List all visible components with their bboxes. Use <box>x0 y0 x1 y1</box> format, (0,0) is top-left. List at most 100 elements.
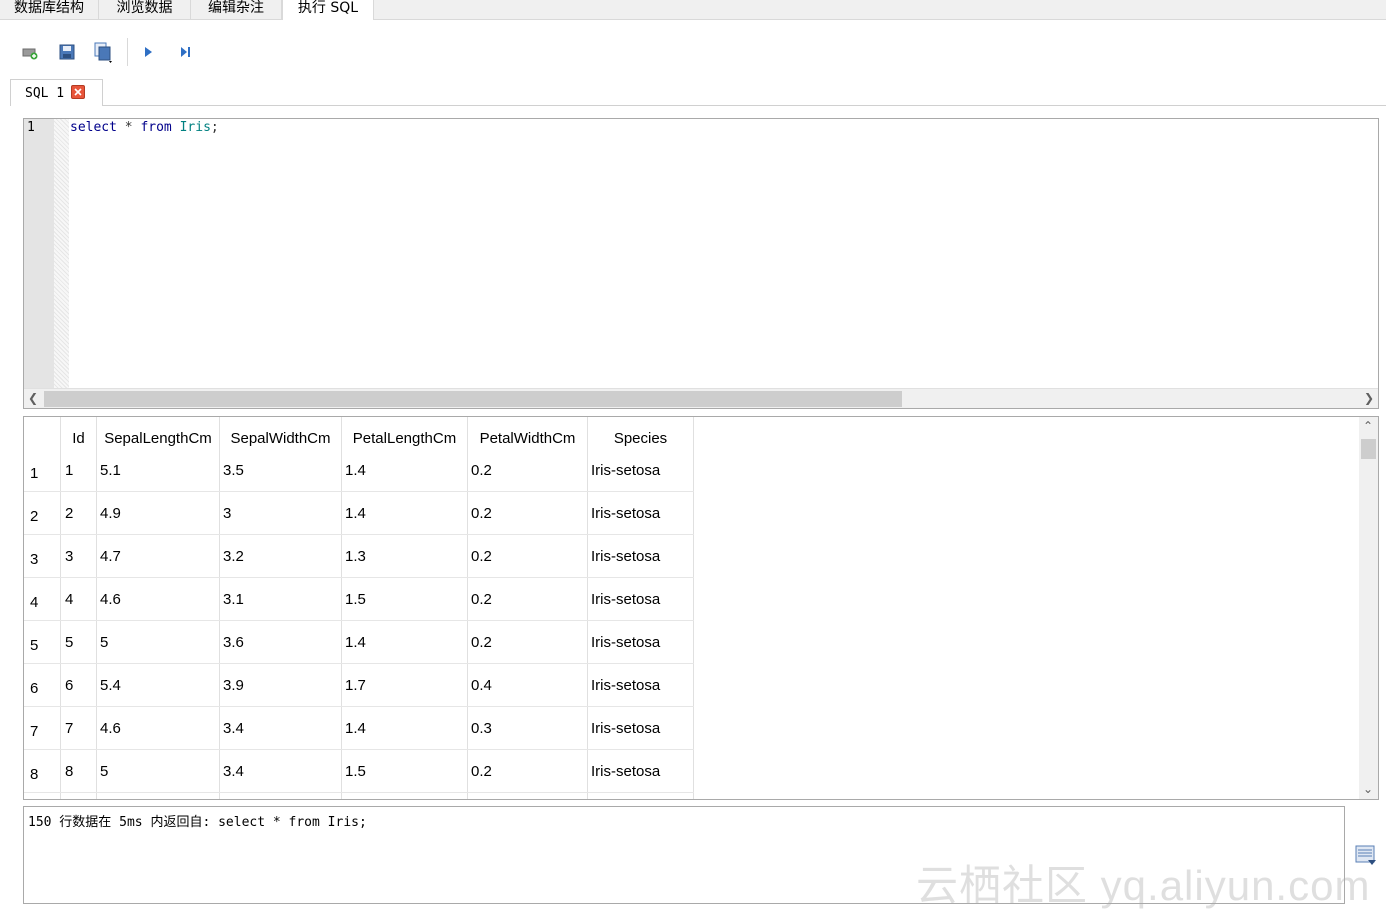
table-cell[interactable]: 4.4 <box>96 792 220 799</box>
table-cell[interactable]: 1.4 <box>341 706 468 750</box>
editor-horizontal-scrollbar[interactable]: ❮ ❯ <box>24 388 1378 408</box>
table-cell[interactable]: Iris-setosa <box>587 706 694 750</box>
table-cell[interactable]: Iris-setosa <box>587 449 694 492</box>
table-cell[interactable]: 3.5 <box>219 449 342 492</box>
row-number[interactable]: 7 <box>24 706 61 750</box>
row-number[interactable]: 1 <box>24 449 61 492</box>
scroll-right-icon[interactable]: ❯ <box>1360 389 1378 408</box>
row-number[interactable]: 9 <box>24 792 61 799</box>
table-cell[interactable]: 5 <box>60 620 97 664</box>
code-line[interactable]: select * from Iris; <box>70 120 219 135</box>
tab-browse-data[interactable]: 浏览数据 <box>99 0 191 19</box>
column-header-petal-width[interactable]: PetalWidthCm <box>467 417 588 449</box>
table-cell[interactable]: 3.6 <box>219 620 342 664</box>
table-cell[interactable]: 1 <box>60 449 97 492</box>
table-cell[interactable]: 3.4 <box>219 706 342 750</box>
table-row[interactable]: 1 1 5.1 3.5 1.4 0.2 Iris-setosa <box>24 449 694 492</box>
table-cell[interactable]: 5 <box>96 749 220 793</box>
open-sql-button[interactable] <box>55 40 79 64</box>
table-cell[interactable]: 1.4 <box>341 449 468 492</box>
table-cell[interactable]: 0.2 <box>467 620 588 664</box>
table-cell[interactable]: Iris-setosa <box>587 577 694 621</box>
save-sql-button[interactable] <box>92 40 116 64</box>
table-cell[interactable]: Iris-setosa <box>587 620 694 664</box>
results-grid[interactable]: Id SepalLengthCm SepalWidthCm PetalLengt… <box>23 416 1379 800</box>
scroll-left-icon[interactable]: ❮ <box>24 389 42 408</box>
tab-execute-sql[interactable]: 执行 SQL <box>282 0 374 20</box>
row-number[interactable]: 2 <box>24 491 61 535</box>
table-cell[interactable]: 2.9 <box>219 792 342 799</box>
table-cell[interactable]: 0.2 <box>467 449 588 492</box>
table-cell[interactable]: 4 <box>60 577 97 621</box>
table-row[interactable]: 5 5 5 3.6 1.4 0.2 Iris-setosa <box>24 620 694 664</box>
table-row[interactable]: 994.42.91.40.2Iris-setosa <box>24 792 694 799</box>
column-header-sepal-length[interactable]: SepalLengthCm <box>96 417 220 449</box>
scroll-down-icon[interactable]: ⌄ <box>1359 780 1377 799</box>
table-cell[interactable]: 7 <box>60 706 97 750</box>
execute-line-button[interactable] <box>173 40 197 64</box>
table-cell[interactable]: 5 <box>96 620 220 664</box>
row-number[interactable]: 4 <box>24 577 61 621</box>
table-cell[interactable]: 0.2 <box>467 749 588 793</box>
table-cell[interactable]: Iris-setosa <box>587 749 694 793</box>
table-cell[interactable]: Iris-setosa <box>587 663 694 707</box>
open-tab-button[interactable] <box>18 40 42 64</box>
table-cell[interactable]: 1.7 <box>341 663 468 707</box>
table-cell[interactable]: 1.5 <box>341 577 468 621</box>
table-cell[interactable]: 3 <box>60 534 97 578</box>
table-cell[interactable]: 0.2 <box>467 577 588 621</box>
table-cell[interactable]: 4.9 <box>96 491 220 535</box>
row-number[interactable]: 8 <box>24 749 61 793</box>
column-header-species[interactable]: Species <box>587 417 694 449</box>
table-cell[interactable]: 6 <box>60 663 97 707</box>
table-cell[interactable]: 5.4 <box>96 663 220 707</box>
table-cell[interactable]: 1.3 <box>341 534 468 578</box>
table-cell[interactable]: Iris-setosa <box>587 792 694 799</box>
results-vertical-scrollbar[interactable]: ⌃ ⌄ <box>1359 417 1378 799</box>
table-cell[interactable]: Iris-setosa <box>587 534 694 578</box>
column-header-sepal-width[interactable]: SepalWidthCm <box>219 417 342 449</box>
table-cell[interactable]: 1.4 <box>341 792 468 799</box>
table-cell[interactable]: 0.3 <box>467 706 588 750</box>
table-cell[interactable]: 0.2 <box>467 534 588 578</box>
table-row[interactable]: 2 2 4.9 3 1.4 0.2 Iris-setosa <box>24 491 694 535</box>
table-cell[interactable]: 2 <box>60 491 97 535</box>
table-row[interactable]: 8 8 5 3.4 1.5 0.2 Iris-setosa <box>24 749 694 793</box>
table-cell[interactable]: 3.9 <box>219 663 342 707</box>
table-cell[interactable]: 1.4 <box>341 620 468 664</box>
scroll-up-icon[interactable]: ⌃ <box>1359 417 1377 436</box>
table-cell[interactable]: 1.5 <box>341 749 468 793</box>
row-number[interactable]: 3 <box>24 534 61 578</box>
row-number[interactable]: 5 <box>24 620 61 664</box>
table-cell[interactable]: 0.4 <box>467 663 588 707</box>
table-cell[interactable]: 3.1 <box>219 577 342 621</box>
table-cell[interactable]: 3.2 <box>219 534 342 578</box>
tab-edit-pragmas[interactable]: 编辑杂注 <box>191 0 282 19</box>
table-row[interactable]: 7 7 4.6 3.4 1.4 0.3 Iris-setosa <box>24 706 694 750</box>
sql-editor[interactable]: 1 select * from Iris; ❮ ❯ <box>23 118 1379 409</box>
table-cell[interactable]: 0.2 <box>467 491 588 535</box>
sql-tab-1[interactable]: SQL 1 <box>10 79 103 106</box>
table-cell[interactable]: 3 <box>219 491 342 535</box>
tab-database-structure[interactable]: 数据库结构 <box>0 0 99 19</box>
execute-all-button[interactable] <box>136 40 160 64</box>
table-cell[interactable]: 4.6 <box>96 706 220 750</box>
row-number[interactable]: 6 <box>24 663 61 707</box>
table-cell[interactable]: 9 <box>60 792 97 799</box>
table-cell[interactable]: 3.4 <box>219 749 342 793</box>
column-header-id[interactable]: Id <box>60 417 97 449</box>
table-cell[interactable]: 1.4 <box>341 491 468 535</box>
table-cell[interactable]: Iris-setosa <box>587 491 694 535</box>
table-cell[interactable]: 5.1 <box>96 449 220 492</box>
table-row[interactable]: 6 6 5.4 3.9 1.7 0.4 Iris-setosa <box>24 663 694 707</box>
scrollbar-thumb[interactable] <box>44 391 902 407</box>
table-cell[interactable]: 4.7 <box>96 534 220 578</box>
table-row[interactable]: 4 4 4.6 3.1 1.5 0.2 Iris-setosa <box>24 577 694 621</box>
table-cell[interactable]: 4.6 <box>96 577 220 621</box>
table-cell[interactable]: 0.2 <box>467 792 588 799</box>
scrollbar-thumb[interactable] <box>1361 439 1376 459</box>
table-row[interactable]: 3 3 4.7 3.2 1.3 0.2 Iris-setosa <box>24 534 694 578</box>
table-cell[interactable]: 8 <box>60 749 97 793</box>
close-icon[interactable] <box>71 85 85 99</box>
column-header-petal-length[interactable]: PetalLengthCm <box>341 417 468 449</box>
